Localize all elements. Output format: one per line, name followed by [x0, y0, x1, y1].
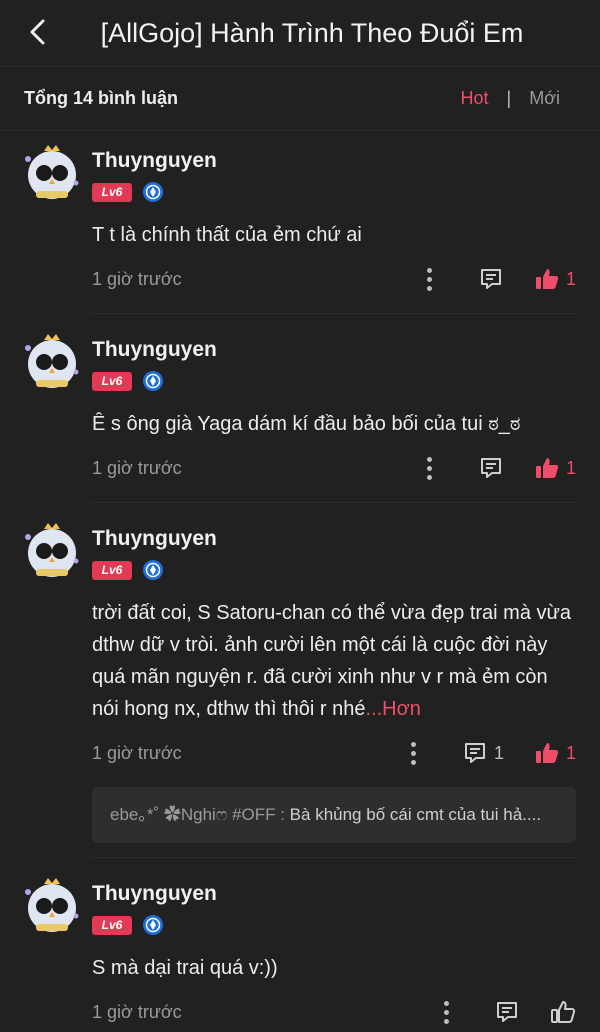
comment-text: S mà dại trai quá v:))	[92, 957, 278, 979]
comment-item: Thuynguyen Lv6 S mà dại trai quá v:)) 1 …	[0, 872, 600, 1032]
owl-avatar-icon	[25, 334, 79, 388]
reply-button[interactable]	[494, 999, 520, 1025]
sort-separator: |	[506, 88, 512, 108]
level-badge: Lv6	[92, 560, 132, 580]
comment-count: Tổng 14 bình luận	[24, 88, 178, 108]
comment-timestamp: 1 giờ trước	[92, 1001, 182, 1022]
more-options-icon[interactable]	[426, 456, 434, 480]
reply-button[interactable]	[478, 266, 504, 292]
comment-divider	[92, 502, 576, 503]
avatar[interactable]	[20, 139, 84, 203]
avatar[interactable]	[20, 872, 84, 936]
more-options-icon[interactable]	[410, 741, 418, 765]
username[interactable]: Thuynguyen	[92, 149, 576, 173]
verified-shield-icon	[143, 560, 163, 580]
like-count: 1	[565, 457, 576, 478]
thumbs-up-outline-icon	[551, 1001, 576, 1023]
comment-icon	[497, 1002, 517, 1022]
username[interactable]: Thuynguyen	[92, 527, 576, 551]
like-button[interactable]: 1	[534, 455, 576, 481]
owl-avatar-icon	[25, 145, 79, 199]
more-options-icon[interactable]	[442, 1000, 450, 1024]
like-button[interactable]: 1	[534, 740, 576, 766]
reply-button[interactable]	[478, 455, 504, 481]
avatar[interactable]	[20, 328, 84, 392]
comment-item: Thuynguyen Lv6 T t là chính thất của ẻm …	[0, 139, 600, 299]
comment-icon	[480, 458, 501, 478]
reply-count: 1	[493, 742, 504, 763]
comment-text: Ê s ông già Yaga dám kí đầu bảo bối của …	[92, 413, 521, 435]
comment-item: Thuynguyen Lv6 Ê s ông già Yaga dám kí đ…	[0, 328, 600, 488]
verified-shield-icon	[143, 915, 163, 935]
comment-divider	[92, 857, 576, 858]
thumbs-up-filled-icon	[535, 743, 559, 763]
level-badge: Lv6	[92, 915, 132, 935]
comment-timestamp: 1 giờ trước	[92, 268, 182, 289]
level-badge: Lv6	[92, 182, 132, 202]
comment-list: Thuynguyen Lv6 T t là chính thất của ẻm …	[0, 131, 600, 1032]
like-button[interactable]: 1	[534, 266, 576, 292]
comment-text: T t là chính thất của ẻm chứ ai	[92, 224, 362, 246]
show-more-link[interactable]: ...Hơn	[366, 698, 421, 720]
page-title: [AllGojo] Hành Trình Theo Đuổi Em	[100, 17, 524, 48]
chevron-left-icon	[30, 19, 45, 45]
reply-preview[interactable]: ebe｡*˚ ✿Nghiෆ #OFF : Bà khủng bố cái cmt…	[92, 787, 576, 843]
avatar[interactable]	[20, 517, 84, 581]
back-button[interactable]	[20, 14, 56, 50]
username[interactable]: Thuynguyen	[92, 882, 576, 906]
reply-text: Bà khủng bố cái cmt của tui hả....	[284, 805, 542, 824]
reply-author[interactable]: ebe｡*˚ ✿Nghiෆ #OFF :	[110, 805, 285, 824]
reply-button[interactable]: 1	[462, 740, 504, 766]
level-badge: Lv6	[92, 371, 132, 391]
comment-text: trời đất coi, S Satoru-chan có thể vừa đ…	[92, 597, 576, 725]
comment-timestamp: 1 giờ trước	[92, 742, 182, 763]
comment-timestamp: 1 giờ trước	[92, 457, 182, 478]
comment-body: trời đất coi, S Satoru-chan có thể vừa đ…	[92, 602, 572, 720]
owl-avatar-icon	[25, 878, 79, 932]
verified-shield-icon	[143, 182, 163, 202]
comment-icon	[480, 269, 501, 289]
more-options-icon[interactable]	[426, 267, 434, 291]
comments-summary-bar: Tổng 14 bình luận Hot | Mới	[0, 67, 600, 131]
username[interactable]: Thuynguyen	[92, 338, 576, 362]
sort-new-tab[interactable]: Mới	[529, 88, 560, 109]
sort-options: Hot | Mới	[461, 88, 561, 109]
thumbs-up-filled-icon	[535, 458, 559, 478]
like-count: 1	[565, 268, 576, 289]
thumbs-up-filled-icon	[535, 269, 559, 289]
comment-divider	[92, 313, 576, 314]
verified-shield-icon	[143, 371, 163, 391]
like-button[interactable]	[550, 999, 576, 1025]
comment-item: Thuynguyen Lv6 trời đất coi, S Satoru-ch…	[0, 517, 600, 843]
like-count: 1	[565, 742, 576, 763]
top-bar: [AllGojo] Hành Trình Theo Đuổi Em	[0, 0, 600, 67]
sort-hot-tab[interactable]: Hot	[461, 88, 489, 109]
owl-avatar-icon	[25, 523, 79, 577]
comment-icon	[464, 743, 485, 763]
